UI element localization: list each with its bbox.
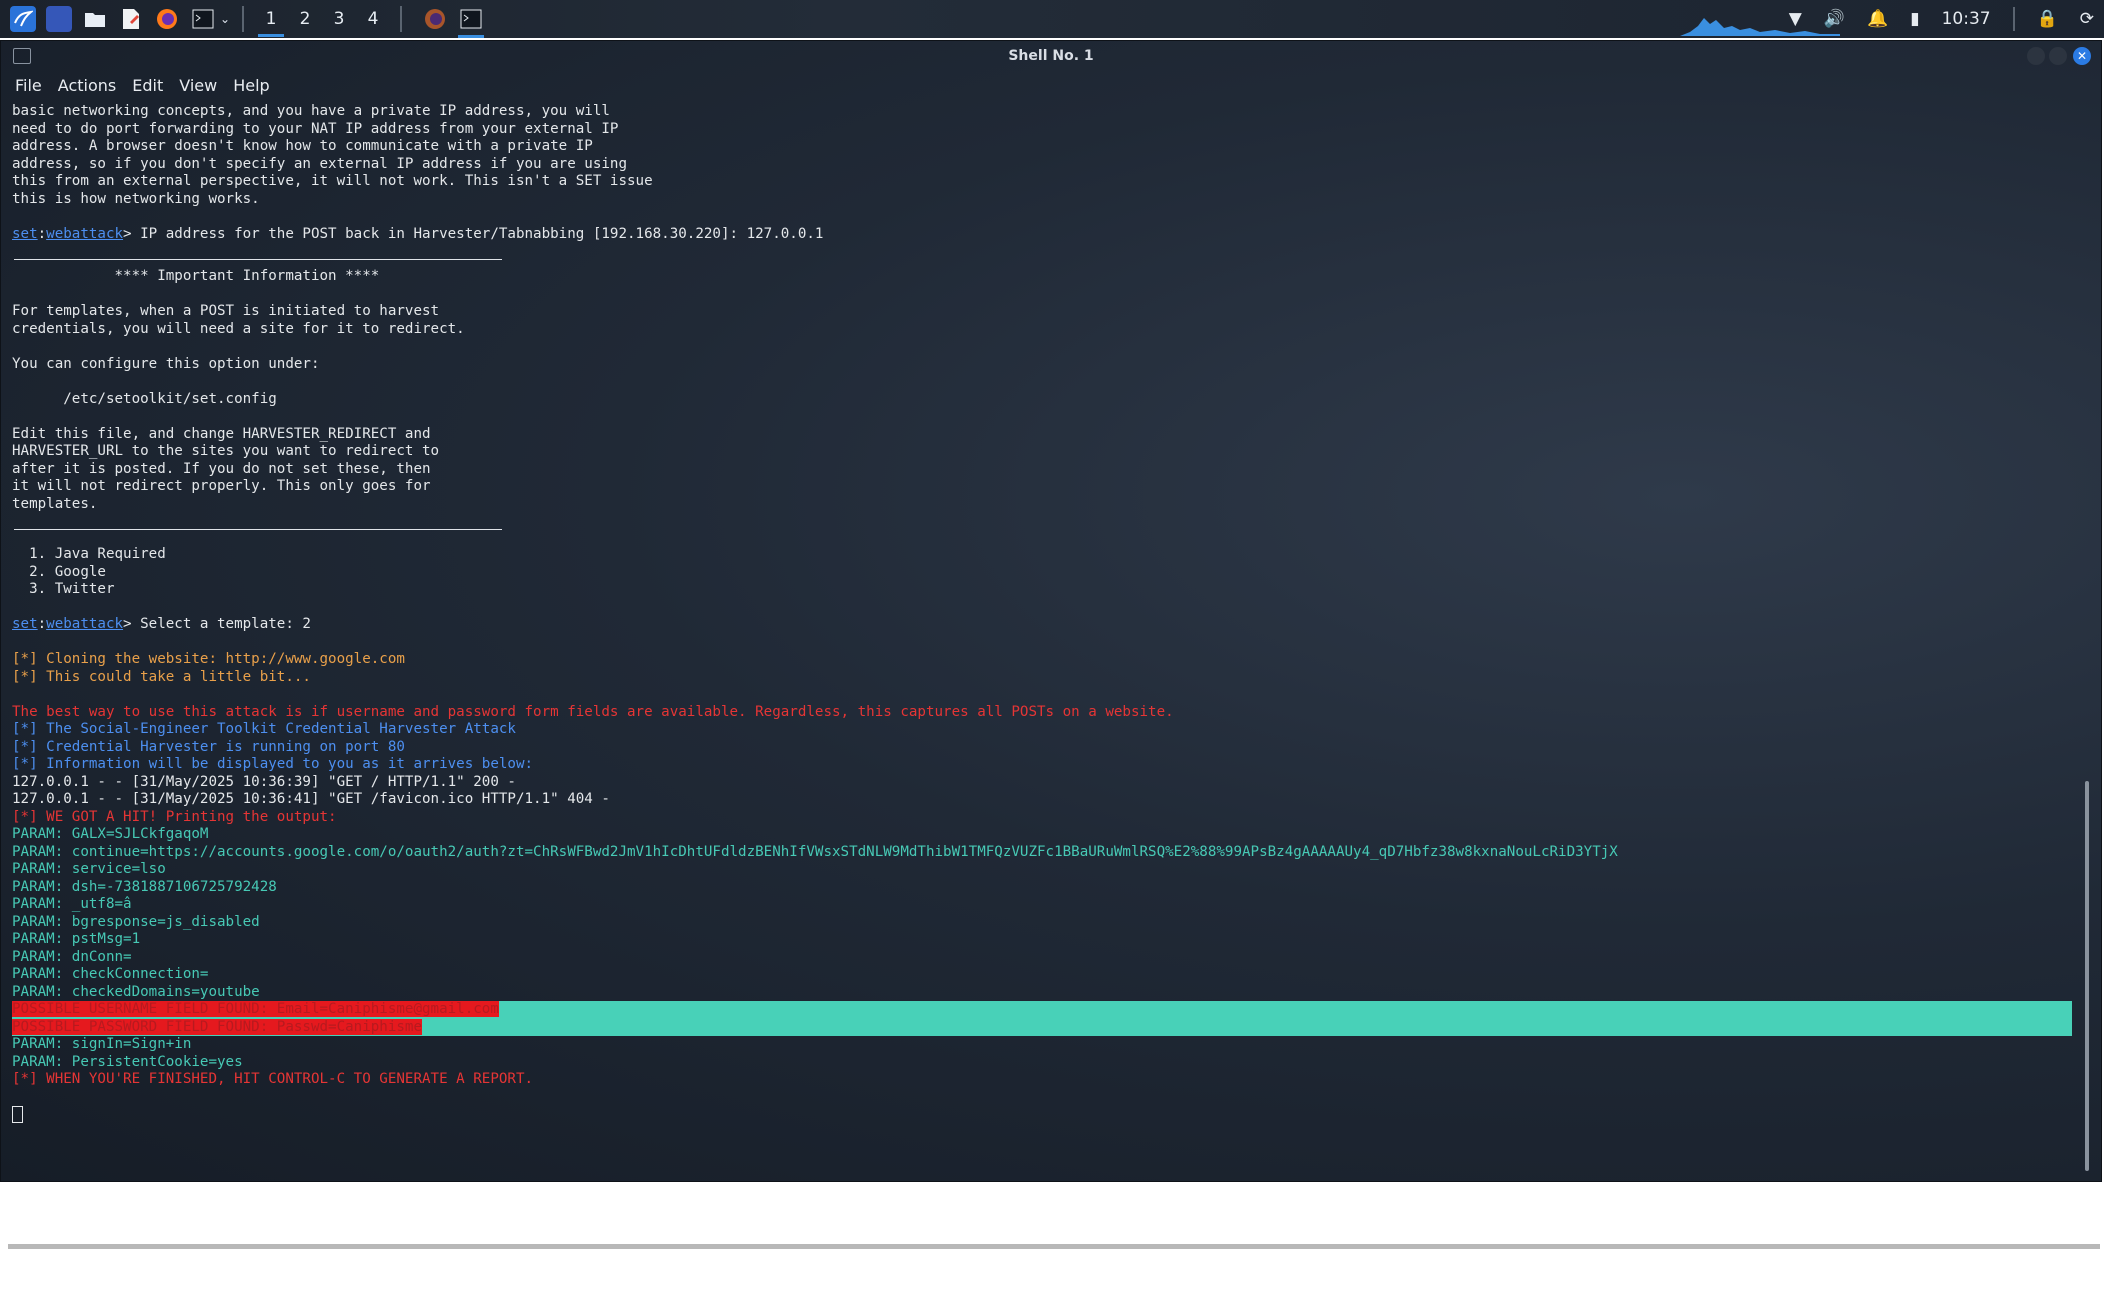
scrollbar[interactable] (2085, 781, 2089, 1171)
divider (8, 1244, 2100, 1249)
status-line: [*] Information will be displayed to you… (12, 756, 534, 772)
terminal-output[interactable]: basic networking concepts, and you have … (12, 103, 2072, 1173)
ip-prompt-line: set:webattack> IP address for the POST b… (12, 225, 824, 242)
log-line: 127.0.0.1 - - [31/May/2025 10:36:39] "GE… (12, 773, 516, 790)
param-line: PARAM: dnConn= (12, 948, 132, 965)
file-manager-icon[interactable] (82, 6, 108, 32)
output-line: basic networking concepts, and you have … (12, 103, 610, 119)
output-line: this from an external perspective, it wi… (12, 173, 653, 189)
menu-actions[interactable]: Actions (58, 76, 116, 95)
cloning-line: [*] This could take a little bit... (12, 668, 311, 685)
hit-line: [*] WE GOT A HIT! Printing the output: (12, 808, 337, 825)
important-header: **** Important Information **** (12, 268, 380, 284)
close-button[interactable]: ✕ (2073, 47, 2091, 65)
divider (2012, 7, 2015, 31)
network-icon[interactable]: ▼ (1789, 9, 1802, 29)
firefox-icon[interactable] (154, 6, 180, 32)
output-line: this is how networking works. (12, 190, 260, 207)
text-cursor[interactable] (12, 1106, 23, 1123)
prompt-set: set (12, 225, 38, 242)
divider (242, 6, 244, 32)
menubar: File Actions Edit View Help (1, 71, 2101, 99)
workspace-1[interactable]: 1 (254, 9, 288, 37)
system-tray: ▼ 🔊 🔔 ▮ 10:37 🔒 ⟳ (1789, 0, 2094, 38)
maximize-button[interactable] (2049, 47, 2067, 65)
param-line: PARAM: _utf8=â (12, 896, 132, 912)
ip-prompt-text: > IP address for the POST back in Harves… (123, 225, 824, 242)
menu-edit[interactable]: Edit (132, 76, 163, 95)
config-path: /etc/setoolkit/set.config (12, 390, 277, 407)
window-title: Shell No. 1 (1008, 48, 1094, 64)
prompt-set: set (12, 616, 38, 632)
param-line: PARAM: pstMsg=1 (12, 931, 141, 947)
kali-menu-icon[interactable] (10, 6, 36, 32)
status-line: [*] Credential Harvester is running on p… (12, 738, 405, 755)
prompt-webattack: webattack (46, 616, 124, 632)
found-username: POSSIBLE USERNAME FIELD FOUND: Email=Can… (12, 1001, 499, 1017)
menu-view[interactable]: View (179, 76, 217, 95)
output-line: Edit this file, and change HARVESTER_RED… (12, 425, 431, 442)
output-line: HARVESTER_URL to the sites you want to r… (12, 443, 440, 459)
param-line: PARAM: dsh=-7381887106725792428 (12, 878, 277, 895)
param-line: PARAM: continue=https://accounts.google.… (12, 843, 1618, 860)
found-password: POSSIBLE PASSWORD FIELD FOUND: Passwd=Ca… (12, 1018, 422, 1035)
chevron-down-icon[interactable]: ⌄ (218, 6, 232, 32)
terminal-window-icon[interactable] (458, 6, 484, 38)
param-line: PARAM: signIn=Sign+in (12, 1036, 192, 1052)
menu-file[interactable]: File (15, 76, 42, 95)
param-line: PARAM: service=lso (12, 861, 166, 877)
param-line: PARAM: checkConnection= (12, 966, 209, 982)
output-line: address, so if you don't specify an exte… (12, 155, 627, 172)
template-option: 3. Twitter (12, 581, 115, 597)
finish-line: [*] WHEN YOU'RE FINISHED, HIT CONTROL-C … (12, 1071, 534, 1087)
param-line: PARAM: PersistentCookie=yes (12, 1053, 243, 1070)
terminal-window: Shell No. 1 ✕ File Actions Edit View Hel… (0, 40, 2102, 1182)
username-found-line: POSSIBLE USERNAME FIELD FOUND: Email=Can… (12, 1001, 2072, 1019)
volume-icon[interactable]: 🔊 (1824, 9, 1845, 29)
lock-icon[interactable]: 🔒 (2037, 9, 2058, 29)
template-option: 1. Java Required (12, 546, 166, 562)
firefox-window-icon[interactable] (422, 6, 448, 32)
divider (400, 6, 402, 32)
terminal-launcher-icon[interactable] (190, 6, 216, 32)
menu-help[interactable]: Help (233, 76, 269, 95)
divider (14, 529, 502, 530)
output-line: address. A browser doesn't know how to c… (12, 138, 593, 154)
output-line: You can configure this option under: (12, 355, 320, 372)
workspace-3[interactable]: 3 (322, 9, 356, 29)
output-line: it will not redirect properly. This only… (12, 478, 431, 494)
output-line: after it is posted. If you do not set th… (12, 460, 431, 477)
status-line: [*] The Social-Engineer Toolkit Credenti… (12, 721, 516, 737)
logout-icon[interactable]: ⟳ (2080, 9, 2094, 29)
param-line: PARAM: checkedDomains=youtube (12, 983, 260, 1000)
battery-icon[interactable]: ▮ (1910, 9, 1919, 29)
output-line: need to do port forwarding to your NAT I… (12, 120, 619, 137)
select-prompt-line: set:webattack> Select a template: 2 (12, 616, 311, 632)
log-line: 127.0.0.1 - - [31/May/2025 10:36:41] "GE… (12, 791, 610, 807)
output-line: For templates, when a POST is initiated … (12, 303, 440, 319)
prompt-webattack: webattack (46, 225, 124, 242)
best-way-line: The best way to use this attack is if us… (12, 703, 1174, 720)
taskbar: ⌄ 1 2 3 4 ▼ 🔊 🔔 ▮ 10:37 🔒 ⟳ (0, 0, 2104, 38)
window-titlebar[interactable]: Shell No. 1 ✕ (1, 41, 2101, 71)
output-line: credentials, you will need a site for it… (12, 320, 465, 337)
param-line: PARAM: bgresponse=js_disabled (12, 913, 260, 930)
password-found-line: POSSIBLE PASSWORD FIELD FOUND: Passwd=Ca… (12, 1018, 2072, 1036)
divider (14, 259, 502, 260)
clock[interactable]: 10:37 (1942, 9, 1991, 29)
text-editor-icon[interactable] (118, 6, 144, 32)
template-option: 2. Google (12, 563, 106, 580)
minimize-button[interactable] (2027, 47, 2045, 65)
select-prompt-text: > Select a template: 2 (123, 616, 311, 632)
output-line: templates. (12, 495, 98, 512)
notification-bell-icon[interactable]: 🔔 (1867, 9, 1888, 29)
show-desktop-icon[interactable] (46, 6, 72, 32)
param-line: PARAM: GALX=SJLCkfgaqoM (12, 826, 209, 842)
cursor-line (12, 1106, 2072, 1124)
cloning-line: [*] Cloning the website: http://www.goog… (12, 651, 405, 667)
workspace-4[interactable]: 4 (356, 9, 390, 29)
workspace-2[interactable]: 2 (288, 9, 322, 29)
